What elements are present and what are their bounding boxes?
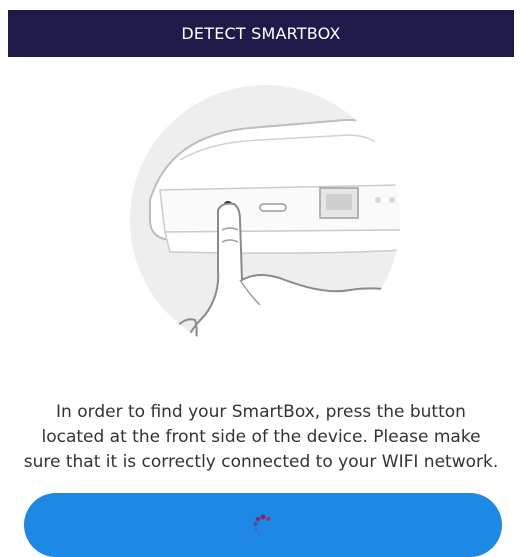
- instruction-line: sure that it is correctly connected to y…: [23, 452, 499, 472]
- smartbox-illustration: [110, 80, 420, 370]
- instruction-line: In order to find your SmartBox, press th…: [56, 402, 466, 422]
- detect-button[interactable]: [24, 493, 502, 557]
- smartbox-button-press-icon: [130, 85, 400, 355]
- instruction-text: In order to find your SmartBox, press th…: [0, 400, 522, 475]
- page-title: DETECT SMARTBOX: [181, 24, 341, 43]
- instruction-line: located at the front side of the device.…: [41, 427, 481, 447]
- page-header: DETECT SMARTBOX: [8, 10, 514, 57]
- loading-spinner-icon: [253, 514, 271, 536]
